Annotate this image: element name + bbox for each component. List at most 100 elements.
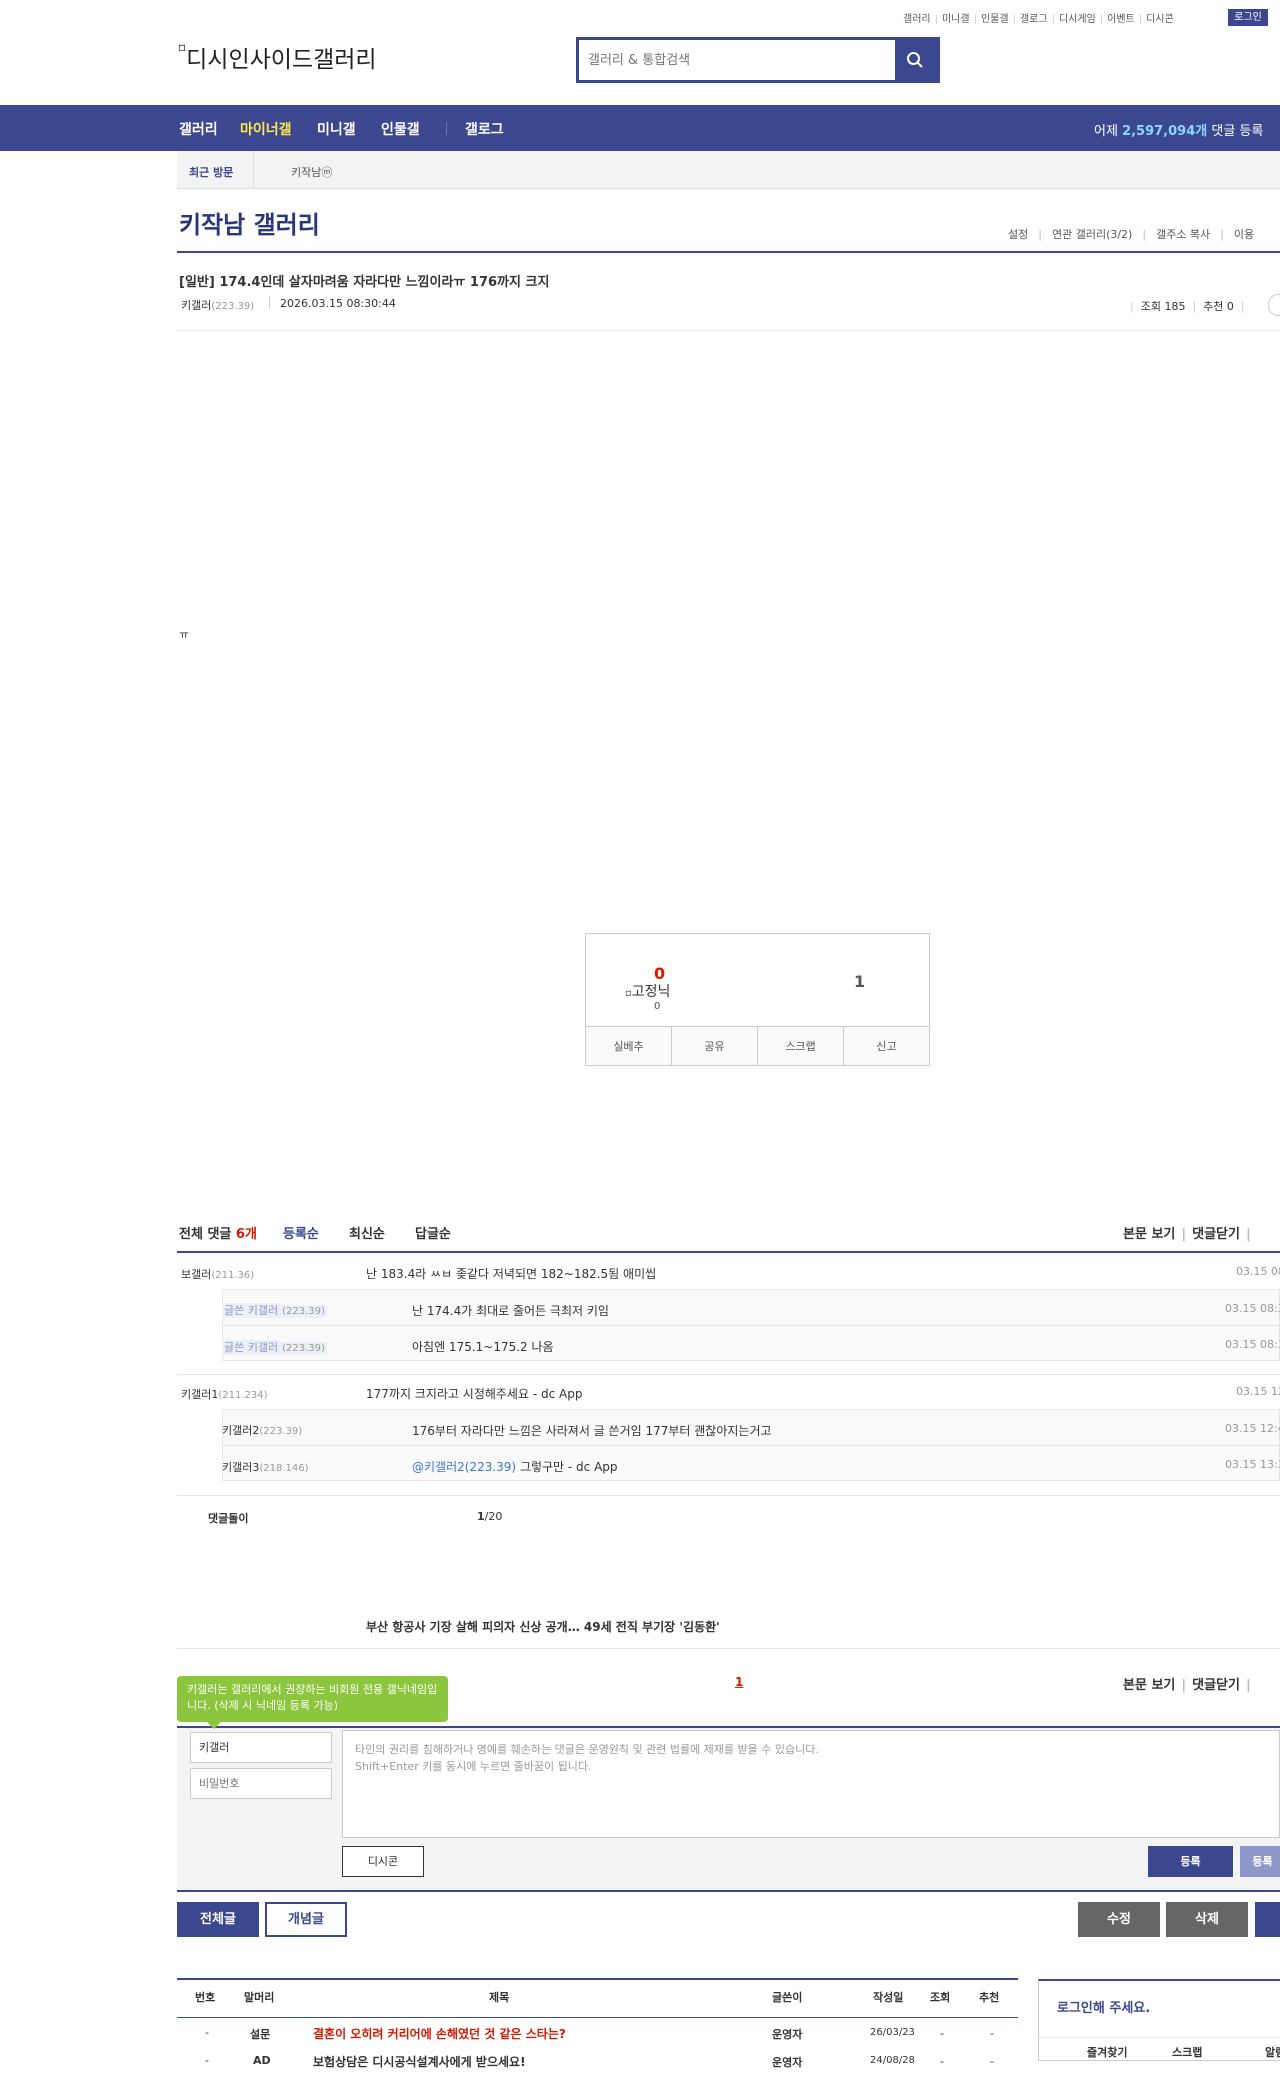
close-comments-link[interactable]: 댓글닫기 [1192,1678,1240,1693]
site-logo[interactable]: ▫디시인사이드갤러리 [178,40,377,74]
reply-text: 난 174.4가 최대로 줄어든 극최저 키임 [412,1304,609,1318]
register-with-button[interactable]: 등록 [1240,1846,1280,1877]
top-link-event[interactable]: 이벤트 [1107,14,1135,25]
close-comments-link[interactable]: 댓글닫기 [1192,1227,1240,1242]
comment-author[interactable]: 키갤러1(211.234) [181,1386,268,1402]
nick-tooltip: 키갤러는 갤러리에서 권장하는 비회원 전용 갤닉네임입니다. (삭제 시 닉네… [177,1676,448,1729]
login-prompt[interactable]: 로그인해 주세요. [1057,1997,1150,2016]
nav-gallery[interactable]: 갤러리 [179,119,218,139]
register-button[interactable]: 등록 [1148,1846,1233,1877]
col-writer: 글쓴이 [772,1991,803,2004]
post-author[interactable]: 키갤러(223.39) [181,297,254,313]
top-links: 갤러리 | 미니갤 | 인물갤 | 갤로그 | 디시게임 | 이벤트 | 디시콘 [903,14,1174,25]
top-link-gallery[interactable]: 갤러리 [903,14,931,25]
sort-by-replies[interactable]: 답글순 [415,1223,451,1242]
news-headline[interactable]: 부산 항공사 기장 살해 피의자 신상 공개… 49세 전직 부기장 '김동환' [366,1618,720,1635]
row-date: 26/03/23 [870,2027,915,2038]
comment-dolgi[interactable]: 댓글돌이 [208,1510,248,1526]
reply-mention[interactable]: @키갤러2(223.39) [412,1460,516,1474]
copy-gallery-address[interactable]: 갤주소 복사 [1156,228,1210,241]
reply-text: 아침엔 175.1~175.2 나옴 [412,1340,554,1354]
nickname-field[interactable]: 키갤러 [190,1732,332,1763]
comment-textarea[interactable]: 타인의 권리를 침해하거나 명예를 훼손하는 댓글은 운영원칙 및 관련 법률에… [342,1730,1280,1838]
top-link-gallog[interactable]: 갤로그 [1020,14,1048,25]
col-date: 작성일 [873,1991,904,2004]
comment-header: 전체 댓글 6개 [179,1227,257,1242]
alarm-link[interactable]: 알림 [1265,2044,1280,2060]
comment-date: 03.15 12 [1236,1385,1280,1398]
dccon-button[interactable]: 디시콘 [342,1846,424,1877]
gallery-menu: 설정 | 연관 갤러리(3/2) | 갤주소 복사 | 이용 [1008,228,1255,241]
comment-author[interactable]: 보갤러(211.36) [181,1266,254,1282]
search-input[interactable] [588,40,888,80]
all-posts-button[interactable]: 전체글 [177,1902,259,1937]
edit-button[interactable]: 수정 [1078,1902,1160,1937]
nav-mini-gallery[interactable]: 미니갤 [317,119,356,139]
comment-tools-bottom: 본문 보기 | 댓글닫기 | [1123,1678,1251,1693]
report-button[interactable]: 신고 [844,1027,929,1066]
reply-author[interactable]: 글쓴 키갤러 (223.39) [222,1339,327,1355]
comment-count-bubble[interactable] [1268,294,1280,316]
reply-author[interactable]: 키갤러3(218.146) [222,1459,309,1475]
write-button[interactable] [1255,1902,1280,1937]
view-post-link[interactable]: 본문 보기 [1123,1678,1175,1693]
gallery-usage[interactable]: 이용 [1234,228,1254,241]
top-link-minigal[interactable]: 미니갤 [942,14,970,25]
row-head: 설문 [250,2028,271,2041]
main-nav: 갤러리 마이너갤 미니갤 인물갤 갤로그 어제 2,597,094개 댓글 등록 [0,105,1280,151]
reply-date: 03.15 08:3 [1225,1338,1280,1351]
password-field[interactable]: 비밀번호 [190,1768,332,1799]
favorites-link[interactable]: 즐겨찾기 [1087,2044,1127,2060]
share-button[interactable]: 공유 [672,1027,758,1066]
row-date: 24/08/28 [870,2055,915,2066]
gallery-title[interactable]: 키작남 갤러리 [179,205,320,240]
recent-visits: 최근 방문 키작남ⓜ [177,151,1280,189]
top-link-dccon[interactable]: 디시콘 [1146,14,1174,25]
reply-date: 03.15 12:4 [1225,1422,1280,1435]
row-writer[interactable]: 운영자 [772,2054,802,2070]
top-link-game[interactable]: 디시게임 [1059,14,1096,25]
nav-person-gallery[interactable]: 인물갤 [381,119,420,139]
row-recommend: - [990,2055,994,2068]
post-body: ㅠ [179,628,190,641]
row-writer[interactable]: 운영자 [772,2026,802,2042]
scrap-link[interactable]: 스크랩 [1172,2044,1202,2060]
recent-label: 최근 방문 [189,166,234,179]
page-number[interactable]: 1 [735,1675,743,1689]
row-head: AD [253,2054,271,2067]
downvote-count[interactable]: 1 [854,972,865,991]
sort-by-registration[interactable]: 등록순 [283,1223,319,1242]
view-post-link[interactable]: 본문 보기 [1123,1227,1175,1242]
delete-button[interactable]: 삭제 [1166,1902,1248,1937]
search-button[interactable] [895,40,937,80]
comment-text: 난 183.4라 ㅆㅂ 좆같다 저녁되면 182~182.5됨 애미씹 [366,1267,657,1281]
silbe-recommend-button[interactable]: 실베추 [586,1027,672,1066]
login-button[interactable]: 로그인 [1228,9,1268,26]
row-recommend: - [990,2027,994,2040]
row-title[interactable]: 보험상담은 디시공식설계사에게 받으세요! [313,2053,526,2070]
concept-posts-button[interactable]: 개념글 [265,1902,347,1937]
nav-minor-gallery[interactable]: 마이너갤 [240,119,292,139]
scrap-button[interactable]: 스크랩 [758,1027,844,1066]
fixed-nick-count: 0 [654,1001,661,1012]
gallery-settings[interactable]: 설정 [1008,228,1028,241]
col-recommend: 추천 [979,1991,1000,2004]
reply-author[interactable]: 키갤러2(223.39) [222,1422,302,1438]
nav-gallog[interactable]: 갤로그 [465,119,504,139]
reply-author[interactable]: 글쓴 키갤러 (223.39) [222,1302,327,1318]
col-views: 조회 [930,1991,951,2004]
related-galleries[interactable]: 연관 갤러리(3/2) [1052,228,1132,241]
comment-tools: 본문 보기 | 댓글닫기 | [1123,1227,1251,1242]
col-number: 번호 [195,1991,216,2004]
vote-actions: 실베추 공유 스크랩 신고 [586,1026,929,1066]
reply-date: 03.15 08:3 [1225,1302,1280,1315]
sort-by-latest[interactable]: 최신순 [349,1223,385,1242]
post-meta: | 조회 185 | 추천 0 | [1130,300,1245,313]
recent-item[interactable]: 키작남ⓜ [291,164,332,180]
nav-comment-stat: 어제 2,597,094개 댓글 등록 [1094,124,1264,139]
comment-text: 177까지 크지라고 시정해주세요 - dc App [366,1387,583,1401]
post-date: 2026.03.15 08:30:44 [280,297,396,310]
row-title[interactable]: 결혼이 오히려 커리어에 손해였던 것 같은 스타는? [313,2025,566,2042]
row-views: - [940,2055,944,2068]
top-link-person[interactable]: 인물갤 [981,14,1009,25]
